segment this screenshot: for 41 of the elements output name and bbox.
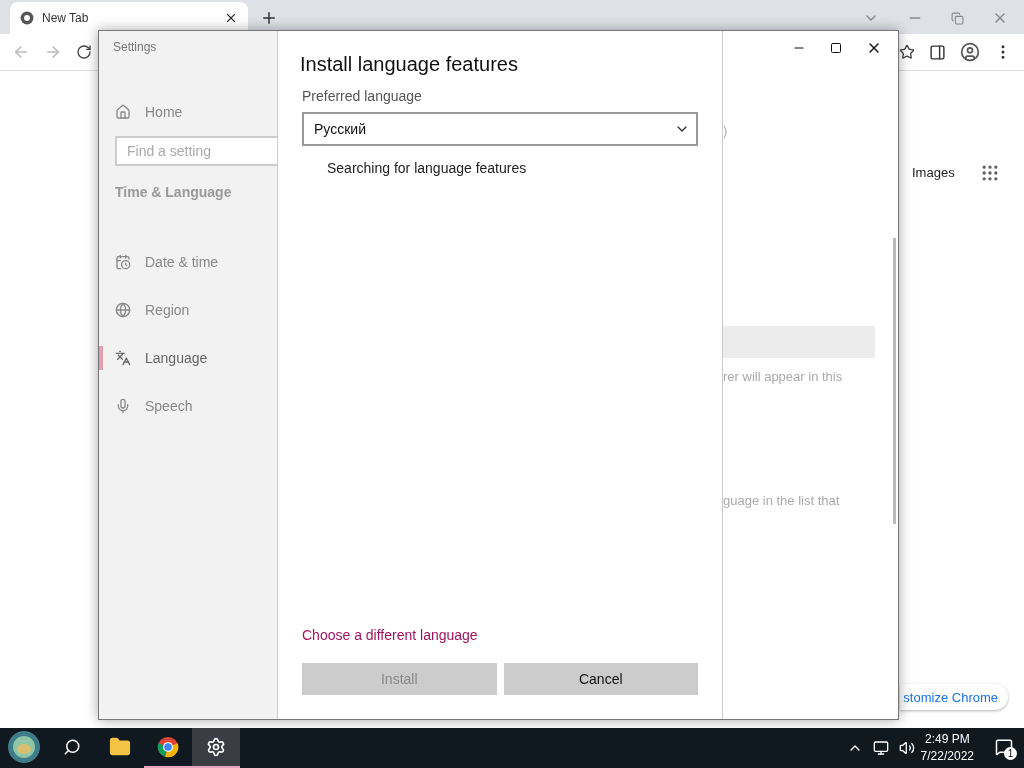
side-panel-icon[interactable]	[929, 43, 946, 61]
browser-tab[interactable]: New Tab	[10, 2, 248, 34]
images-link[interactable]: Images	[912, 165, 955, 180]
close-icon[interactable]	[224, 11, 238, 25]
new-tab-icon[interactable]	[260, 9, 278, 27]
calendar-clock-icon	[115, 254, 131, 270]
star-icon[interactable]	[899, 44, 915, 60]
tab-title: New Tab	[42, 11, 90, 25]
window-title: Settings	[112, 40, 158, 56]
chrome-logo-icon	[20, 11, 34, 25]
restore-icon[interactable]	[951, 11, 964, 25]
network-icon[interactable]	[872, 740, 889, 756]
background-text: )	[723, 123, 728, 138]
selection-marker	[99, 346, 103, 370]
language-dropdown[interactable]: Русский	[302, 112, 698, 146]
start-button[interactable]	[7, 730, 41, 764]
maximize-icon[interactable]	[830, 42, 842, 54]
sidebar-item[interactable]: Language	[99, 334, 277, 382]
reload-icon[interactable]	[76, 44, 92, 60]
background-text: guage in the list that	[723, 493, 840, 508]
field-label: Preferred language	[302, 88, 423, 104]
globe-icon	[115, 302, 131, 318]
gear-icon	[206, 737, 226, 757]
search-field[interactable]: Find a setting	[115, 136, 277, 166]
language-icon	[115, 350, 131, 366]
status-text: Searching for language features	[327, 160, 528, 176]
customize-chrome-button[interactable]: stomize Chrome	[900, 684, 1008, 710]
folder-icon	[109, 736, 131, 758]
background-text: rer will appear in this	[723, 369, 843, 384]
microphone-icon	[115, 398, 131, 414]
dialog-title: Install language features	[300, 53, 519, 76]
search-icon[interactable]	[63, 738, 81, 756]
home-icon	[115, 104, 131, 120]
taskbar-clock[interactable]: 2:49 PM 7/22/2022	[920, 731, 974, 765]
chrome-logo-icon	[157, 736, 179, 758]
volume-icon[interactable]	[898, 740, 915, 756]
cancel-button[interactable]: Cancel	[503, 663, 698, 695]
section-heading: Time & Language	[114, 183, 233, 202]
apps-icon[interactable]	[980, 163, 1000, 183]
profile-icon[interactable]	[960, 42, 980, 62]
choose-language-link[interactable]: Choose a different language	[302, 627, 698, 643]
